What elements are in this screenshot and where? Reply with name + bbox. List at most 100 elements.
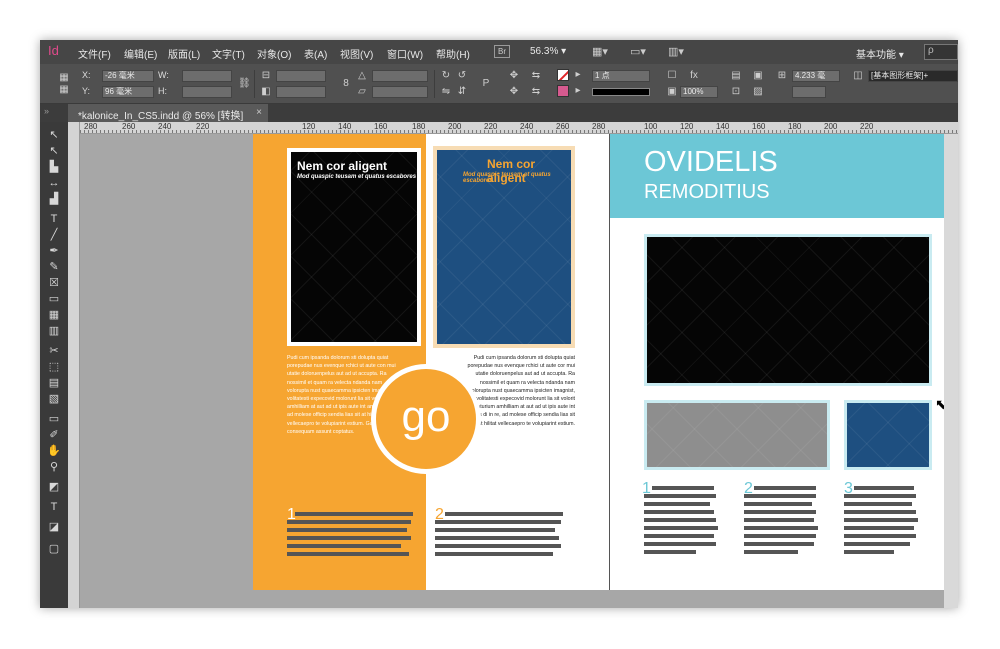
stroke-swatch[interactable]: [557, 69, 569, 81]
scale-y-field[interactable]: [276, 86, 326, 98]
menu-layout[interactable]: 版面(L): [168, 46, 200, 61]
rotation-field[interactable]: [372, 70, 428, 82]
rectangle-tool-icon[interactable]: ▭: [47, 292, 61, 306]
hand-tool-icon[interactable]: ✋: [47, 444, 61, 458]
pencil-tool-icon[interactable]: ✎: [47, 260, 61, 274]
opacity-field[interactable]: 100%: [680, 86, 718, 98]
image-frame-small-blue[interactable]: [844, 400, 932, 470]
menu-file[interactable]: 文件(F): [78, 46, 111, 61]
horizontal-ruler[interactable]: 280 260 240 220 120 140 160 180 200 220 …: [80, 122, 958, 134]
gap-tool-icon[interactable]: ↔: [47, 176, 61, 190]
pasteboard[interactable]: Nem cor aligent Mod quaspic teusam et qu…: [80, 134, 958, 608]
arrange-documents-icon[interactable]: ▥▾: [668, 45, 694, 59]
gradient-feather-tool-icon[interactable]: ▧: [47, 392, 61, 406]
ruler-tick: 220: [860, 122, 874, 131]
gap-field[interactable]: 4.233 毫: [792, 70, 840, 82]
fill-stroke-swatches-icon[interactable]: ◩: [47, 480, 61, 494]
workspace-switcher[interactable]: 基本功能 ▾: [856, 46, 904, 61]
zoom-tool-icon[interactable]: ⚲: [47, 460, 61, 474]
fitting-icon[interactable]: ▤: [730, 70, 742, 82]
note-tool-icon[interactable]: ▭: [47, 412, 61, 426]
opacity-icon: ▣: [667, 86, 677, 97]
line-tool-icon[interactable]: ╱: [47, 228, 61, 242]
text-bar: [435, 552, 553, 556]
text-bar: [844, 502, 912, 506]
center-content-icon[interactable]: ⊡: [730, 86, 742, 98]
select-previous-icon[interactable]: ⇆: [530, 70, 542, 82]
formatting-affects-icon[interactable]: T: [47, 500, 61, 514]
content-collector-icon[interactable]: ▟: [47, 192, 61, 206]
right-page[interactable]: OVIDELIS REMODITIUS 1 2 3: [609, 134, 958, 590]
height-field[interactable]: [182, 86, 232, 98]
direct-selection-tool-icon[interactable]: ↖: [47, 144, 61, 158]
apply-none-icon[interactable]: ◪: [47, 520, 61, 534]
width-field[interactable]: [182, 70, 232, 82]
text-bar: [844, 494, 916, 498]
vertical-ruler[interactable]: [68, 122, 80, 608]
rotate-ccw-icon[interactable]: ↺: [456, 70, 468, 82]
rectangle-frame-tool-icon[interactable]: ☒: [47, 276, 61, 290]
link-scale-icon[interactable]: 8: [340, 78, 352, 90]
constrain-proportions-icon[interactable]: ⛓: [238, 78, 251, 90]
view-options-icon[interactable]: ▦▾: [592, 45, 618, 59]
zoom-level-dropdown[interactable]: 56.3% ▾: [530, 46, 566, 57]
close-tab-icon[interactable]: ×: [256, 107, 262, 118]
stroke-dropdown-icon[interactable]: ▸: [572, 69, 584, 81]
image-frame-gray[interactable]: [644, 400, 830, 470]
left-page[interactable]: Nem cor aligent Mod quaspic teusam et qu…: [253, 134, 609, 590]
rotate-cw-icon[interactable]: ↻: [440, 70, 452, 82]
pen-tool-icon[interactable]: ✒: [47, 244, 61, 258]
search-input[interactable]: ρ: [924, 44, 958, 60]
text-bar: [644, 550, 696, 554]
menu-edit[interactable]: 编辑(E): [124, 46, 157, 61]
text-bar: [435, 536, 559, 540]
corner-shape-dropdown[interactable]: [792, 86, 826, 98]
selection-tool-icon[interactable]: ↖: [47, 128, 61, 142]
menu-window[interactable]: 窗口(W): [387, 46, 423, 61]
document-tab[interactable]: *kalonice_In_CS5.indd @ 56% [转换] ×: [68, 104, 268, 122]
select-container-icon[interactable]: ✥: [508, 70, 520, 82]
menu-type[interactable]: 文字(T): [212, 46, 245, 61]
go-circle[interactable]: go: [371, 364, 481, 474]
select-content-icon[interactable]: ✥: [508, 86, 520, 98]
object-style-dropdown[interactable]: [基本图形框架]+: [868, 70, 958, 82]
image-frame-large[interactable]: [644, 234, 932, 386]
menu-table[interactable]: 表(A): [304, 46, 327, 61]
table-tool-icon[interactable]: ▦: [47, 308, 61, 322]
fill-dropdown-icon[interactable]: ▸: [572, 85, 584, 97]
free-transform-tool-icon[interactable]: ⬚: [47, 360, 61, 374]
eyedropper-tool-icon[interactable]: ✐: [47, 428, 61, 442]
flip-horizontal-icon[interactable]: ⇋: [440, 86, 452, 98]
fill-swatch[interactable]: [557, 85, 569, 97]
text-bar: [644, 534, 714, 538]
x-position-field[interactable]: -26 毫米: [102, 70, 154, 82]
image-frame-black[interactable]: Nem cor aligent Mod quaspic teusam et qu…: [287, 148, 421, 346]
y-position-field[interactable]: 96 毫米: [102, 86, 154, 98]
screen-mode-icon[interactable]: ▭▾: [630, 45, 656, 59]
collapse-panels-icon[interactable]: »: [44, 106, 49, 116]
grid-tool-icon[interactable]: ▥: [47, 324, 61, 338]
scissors-tool-icon[interactable]: ✂: [47, 344, 61, 358]
fit-frame-icon[interactable]: ▣: [752, 70, 764, 82]
flip-vertical-icon[interactable]: ⇵: [456, 86, 468, 98]
scale-x-field[interactable]: [276, 70, 326, 82]
reference-point-icon-lower[interactable]: ▦: [58, 84, 70, 96]
vertical-scrollbar[interactable]: [944, 134, 958, 608]
effects-icon[interactable]: fx: [688, 70, 700, 82]
page-tool-icon[interactable]: ▙: [47, 160, 61, 174]
stroke-type-dropdown[interactable]: [592, 88, 650, 96]
select-next-icon[interactable]: ⇆: [530, 86, 542, 98]
drop-shadow-icon[interactable]: ☐: [666, 70, 678, 82]
menu-help[interactable]: 帮助(H): [436, 46, 470, 61]
gradient-swatch-tool-icon[interactable]: ▤: [47, 376, 61, 390]
bridge-button[interactable]: Br: [494, 45, 510, 58]
stroke-weight-field[interactable]: 1 点: [592, 70, 650, 82]
fill-frame-icon[interactable]: ▨: [752, 86, 764, 98]
screen-mode-icon[interactable]: ▢: [47, 542, 61, 556]
reference-point-icon[interactable]: ▦: [58, 72, 70, 84]
menu-object[interactable]: 对象(O): [257, 46, 291, 61]
menu-view[interactable]: 视图(V): [340, 46, 373, 61]
shear-field[interactable]: [372, 86, 428, 98]
image-frame-blue[interactable]: Nem cor aligent Mod quaspic teusam et qu…: [433, 146, 575, 348]
type-tool-icon[interactable]: T: [47, 212, 61, 226]
